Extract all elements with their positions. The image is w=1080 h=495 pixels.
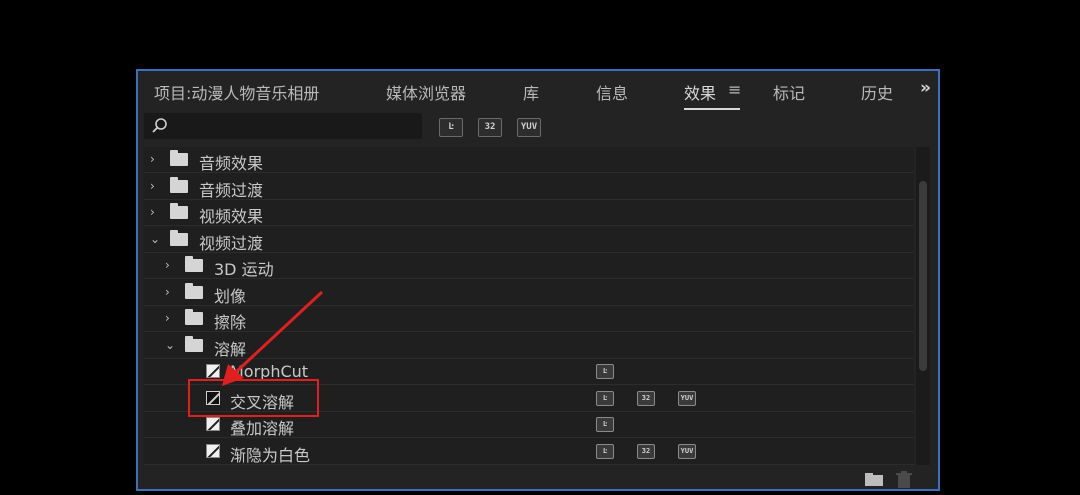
annotation-arrow bbox=[222, 290, 324, 386]
